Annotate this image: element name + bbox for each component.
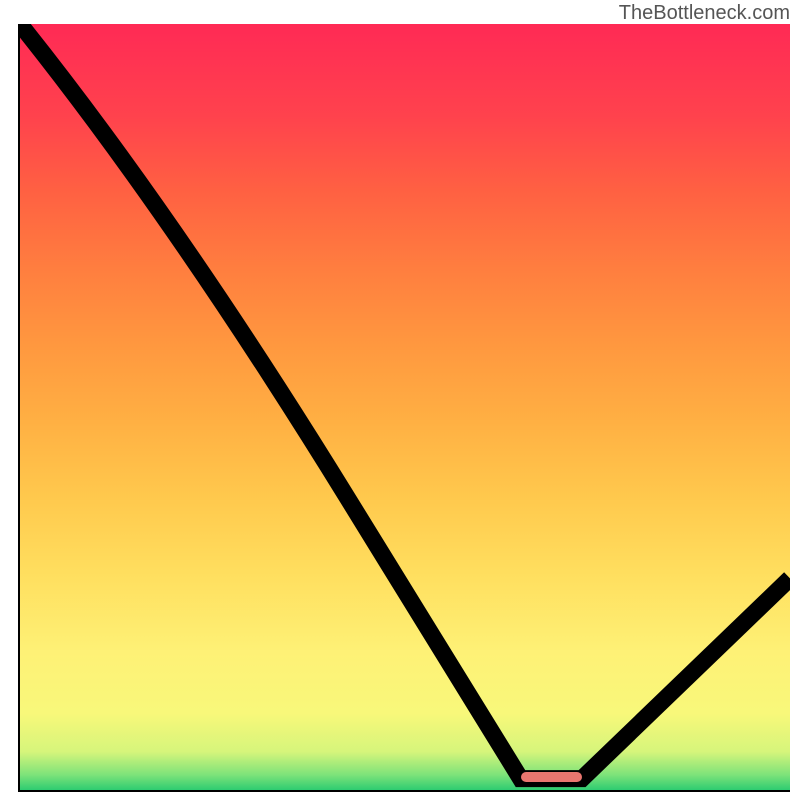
optimal-marker: [521, 772, 583, 782]
chart-plot-area: [18, 24, 790, 792]
watermark-text: TheBottleneck.com: [619, 2, 790, 25]
bottleneck-curve: [20, 24, 790, 792]
curve-path: [20, 24, 790, 779]
